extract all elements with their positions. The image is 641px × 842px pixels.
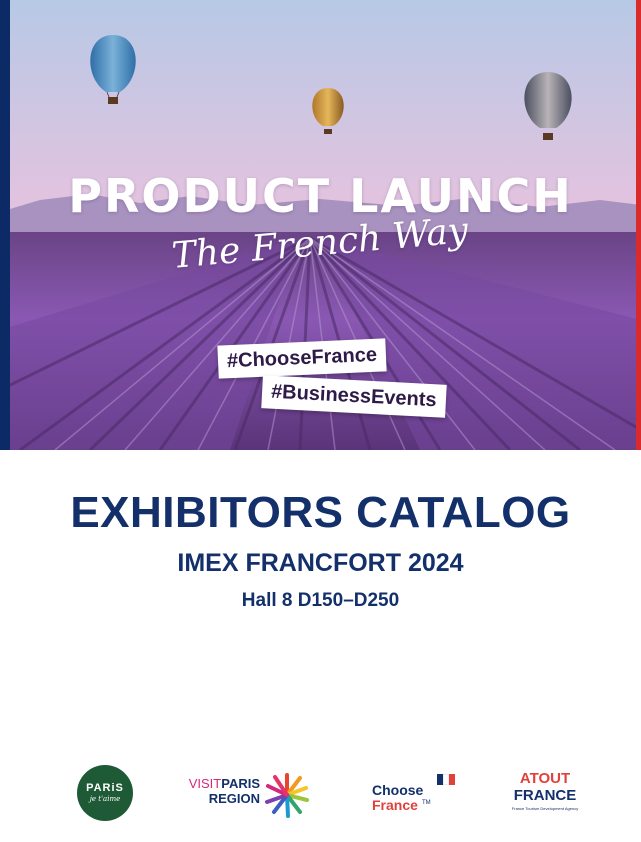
paris-logo-tagline: je t'aime — [89, 795, 121, 803]
catalog-title: EXHIBITORS CATALOG — [70, 488, 571, 537]
sunburst-logo-icon — [265, 773, 309, 818]
atout-tagline: France Tourism Development Agency — [511, 806, 579, 811]
partner-logos: PARiS je t'aime VISITPARIS REGION Choose… — [0, 760, 641, 830]
atout-text: ATOUT — [519, 770, 571, 787]
paris-je-taime-logo: PARiS je t'aime — [77, 765, 133, 821]
event-title: IMEX FRANCFORT 2024 — [177, 549, 464, 577]
trademark-mark: TM — [422, 800, 431, 806]
cover-image: PRODUCT LAUNCH The French Way #ChooseFra… — [0, 0, 641, 450]
choose-france-logo: Choose France TM — [370, 770, 460, 822]
choose-text: Choose — [372, 782, 424, 798]
right-accent-stripe — [636, 0, 641, 450]
french-flag-icon — [437, 770, 455, 785]
visit-paris-region-logo: VISITPARIS REGION — [182, 772, 314, 818]
france-text: France — [372, 797, 418, 813]
paris-logo-text: PARiS — [86, 782, 124, 794]
hall-location: Hall 8 D150–D250 — [241, 590, 400, 611]
paris-text: PARIS — [221, 776, 260, 791]
atout-france-logo: ATOUT FRANCE France Tourism Development … — [505, 770, 585, 824]
france-text: FRANCE — [513, 787, 577, 804]
visit-text: VISIT — [188, 776, 222, 791]
left-accent-stripe — [0, 0, 10, 450]
region-text: REGION — [208, 791, 260, 806]
cover-headline: PRODUCT LAUNCH — [68, 169, 573, 223]
